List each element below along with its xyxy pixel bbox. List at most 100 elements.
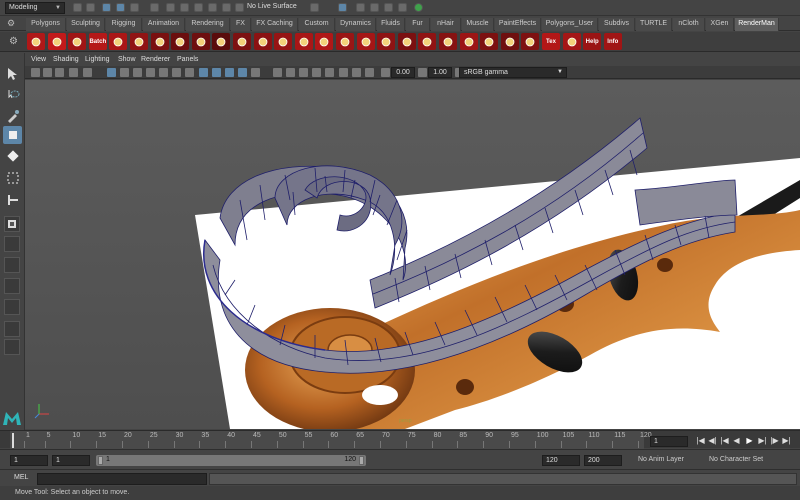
snap-grid-icon[interactable] [166,3,175,12]
go-to-end-icon[interactable]: ▶| [782,436,791,445]
current-time-marker[interactable] [12,433,14,448]
current-frame-field[interactable]: 1 [650,436,688,447]
textured-icon[interactable] [238,68,247,77]
film-gate-icon[interactable] [120,68,129,77]
select-hierarchy-icon[interactable] [102,3,111,12]
curve-icon[interactable] [562,33,581,50]
menu-panels[interactable]: Panels [177,56,198,63]
smooth-shade-icon[interactable] [212,68,221,77]
menu-view[interactable]: View [31,56,46,63]
playback-start-field[interactable]: 1 [52,455,90,466]
bulb-icon[interactable] [253,33,272,50]
camera-icon[interactable] [31,68,40,77]
area-light-icon[interactable] [315,33,334,50]
tab-fur[interactable]: Fur [406,18,430,31]
tab-fx-caching[interactable]: FX Caching [252,18,298,31]
wireframe-icon[interactable] [199,68,208,77]
pattern-icon[interactable] [274,33,293,50]
step-forward-key-icon[interactable]: ▶| [758,436,767,445]
resolution-gate-icon[interactable] [133,68,142,77]
range-bar[interactable]: 1 120 [96,455,366,466]
tab-turtle[interactable]: TURTLE [636,18,672,31]
anti-alias-icon[interactable] [312,68,321,77]
tab-sculpting[interactable]: Sculpting [67,18,105,31]
grid-icon[interactable] [500,33,519,50]
render-view-icon[interactable] [338,3,347,12]
cube-icon[interactable] [521,33,540,50]
material-icon[interactable] [233,33,251,50]
wireframe-on-shaded-icon[interactable] [225,68,234,77]
shadows-icon[interactable] [273,68,282,77]
menu-show[interactable]: Show [118,56,136,63]
tab-painteffects[interactable]: PaintEffects [495,18,541,31]
daylight-icon[interactable] [294,33,313,50]
paint-select-tool-icon[interactable] [3,107,22,125]
gear-icon[interactable]: ⚙ [7,18,17,28]
layout-single-icon[interactable] [4,236,20,252]
select-object-icon[interactable] [116,3,125,12]
playback-end-field[interactable]: 120 [542,455,580,466]
image-plane-icon[interactable] [69,68,78,77]
mode-selector[interactable]: Modeling ▼ [5,2,65,14]
renderman-eye-icon[interactable] [109,33,128,50]
camera-icon[interactable] [377,33,396,50]
coin-icon[interactable] [480,33,499,50]
render-settings-icon[interactable] [384,3,393,12]
ipr-render-icon[interactable] [370,3,379,12]
tab-xgen[interactable]: XGen [706,18,734,31]
gamma-field[interactable]: 1.00 [428,67,452,78]
range-start-handle[interactable] [98,456,103,465]
exposure-icon[interactable] [381,68,390,77]
menu-shading[interactable]: Shading [53,56,79,63]
script-language-label[interactable]: MEL [14,474,28,481]
rotate-tool-icon[interactable] [3,147,22,165]
tab-rigging[interactable]: Rigging [106,18,142,31]
tab-ncloth[interactable]: nCloth [673,18,705,31]
tab-nhair[interactable]: nHair [431,18,461,31]
ambient-occlusion-icon[interactable] [286,68,295,77]
snap-point-icon[interactable] [194,3,203,12]
select-component-icon[interactable] [130,3,139,12]
layout-side-by-side-icon[interactable] [4,278,20,294]
eye-icon[interactable] [130,33,148,50]
universal-manipulator-icon[interactable] [3,191,22,209]
exposure-field[interactable]: 0.00 [391,67,415,78]
motion-blur-icon[interactable] [299,68,308,77]
stars-icon[interactable] [459,33,478,50]
color-space-select[interactable]: sRGB gamma ▼ [459,67,567,78]
sphere-light-icon[interactable] [171,33,190,50]
tab-fluids[interactable]: Fluids [377,18,405,31]
shutter-icon[interactable] [418,33,437,50]
render-icon[interactable] [47,33,66,50]
animation-start-field[interactable]: 1 [10,455,48,466]
snap-view-plane-icon[interactable] [208,3,217,12]
render-settings-icon[interactable] [27,33,45,50]
move-tool-icon[interactable] [3,126,22,144]
env-light-icon[interactable] [191,33,210,50]
camera-attributes-icon[interactable] [43,68,52,77]
command-input[interactable] [37,473,207,485]
render-current-icon[interactable] [356,3,365,12]
open-scene-icon[interactable] [86,3,95,12]
layout-outliner-icon[interactable] [4,321,20,337]
anim-layer-select[interactable]: No Anim Layer [638,456,684,463]
construction-history-icon[interactable] [310,3,319,12]
gate-mask-icon[interactable] [146,68,155,77]
menu-renderer[interactable]: Renderer [141,56,170,63]
safe-title-icon[interactable] [185,68,194,77]
bookmark-icon[interactable] [55,68,64,77]
tab-polygons-user[interactable]: Polygons_User [542,18,598,31]
sync-icon[interactable] [414,3,423,12]
ipr-icon[interactable] [68,33,87,50]
go-to-start-icon[interactable]: |◀ [696,436,705,445]
snap-curve-icon[interactable] [180,3,189,12]
shelf-gear-icon[interactable]: ⚙ [9,36,18,47]
play-backwards-icon[interactable]: ◀ [732,436,741,445]
last-tool-icon[interactable] [4,216,20,232]
tab-subdivs[interactable]: Subdivs [599,18,635,31]
tab-renderman[interactable]: RenderMan [735,18,779,31]
lasso-tool-icon[interactable] [3,86,22,104]
make-live-icon[interactable] [222,3,231,12]
tab-fx[interactable]: FX [231,18,251,31]
info-icon[interactable]: Info [603,33,622,50]
